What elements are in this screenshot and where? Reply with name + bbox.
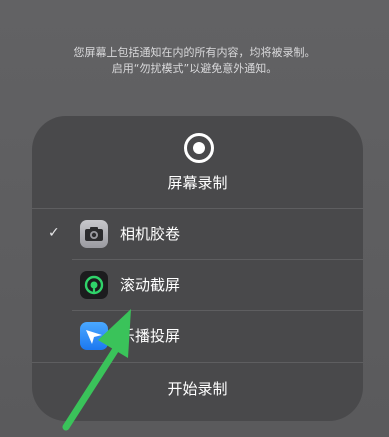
screen-recording-panel: 屏幕录制 ✓ 相机胶卷 滚动截屏 乐播投屏 开始录制 — [32, 116, 363, 421]
option-label: 乐播投屏 — [120, 327, 181, 345]
checkmark-icon: ✓ — [48, 225, 60, 241]
notice-text-line-1: 您屏幕上包括通知在内的所有内容，均将被录制。 — [73, 46, 316, 59]
scroll-screenshot-icon — [80, 271, 108, 299]
option-label: 相机胶卷 — [120, 225, 181, 243]
record-icon — [184, 133, 214, 163]
cast-icon — [80, 322, 108, 350]
start-recording-button[interactable]: 开始录制 — [32, 363, 363, 421]
option-camera-roll[interactable]: ✓ 相机胶卷 — [32, 209, 363, 259]
notice-text-line-2: 启用“勿扰模式”以避免意外通知。 — [111, 62, 278, 75]
screen-recording-sheet: 您屏幕上包括通知在内的所有内容，均将被录制。 启用“勿扰模式”以避免意外通知。 … — [0, 0, 389, 437]
option-label: 滚动截屏 — [120, 276, 181, 294]
camera-roll-icon — [80, 220, 108, 248]
option-cast[interactable]: 乐播投屏 — [32, 311, 363, 361]
option-scroll-screenshot[interactable]: 滚动截屏 — [32, 260, 363, 310]
panel-title: 屏幕录制 — [167, 174, 228, 192]
